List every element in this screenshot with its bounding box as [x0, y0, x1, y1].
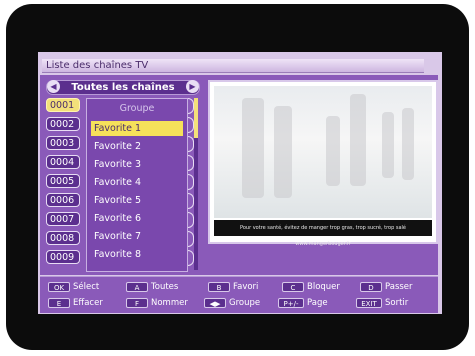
key-label: Sortir [385, 298, 409, 308]
channel-number[interactable]: 0006 [46, 193, 80, 207]
key-b: B [208, 282, 230, 292]
skater-figure [242, 98, 264, 198]
channel-number[interactable]: 0002 [46, 117, 80, 131]
channel-scrollbar[interactable] [194, 98, 198, 270]
channel-number[interactable]: 0004 [46, 155, 80, 169]
channel-number[interactable]: 0005 [46, 174, 80, 188]
key-label: Nommer [151, 298, 188, 308]
group-item[interactable]: Favorite 3 [91, 157, 183, 172]
key-ok: OK [48, 282, 70, 292]
scroll-thumb[interactable] [194, 98, 198, 138]
key-f: F [126, 298, 148, 308]
group-popup-title: Groupe [119, 103, 155, 114]
key-label: Favori [233, 282, 259, 292]
key-label: Bloquer [307, 282, 340, 292]
preview-image [214, 86, 432, 218]
key-exit: EXIT [356, 298, 382, 308]
key-arrows: ◀▶ [204, 298, 226, 308]
channel-number[interactable]: 0007 [46, 212, 80, 226]
group-item[interactable]: Favorite 8 [91, 247, 183, 262]
group-item[interactable]: Favorite 6 [91, 211, 183, 226]
group-popup: Groupe Favorite 1 Favorite 2 Favorite 3 … [86, 98, 188, 272]
arrow-right-icon[interactable]: ▶ [186, 80, 199, 93]
key-label: Page [307, 298, 328, 308]
key-label: Effacer [73, 298, 103, 308]
channel-number[interactable]: 0003 [46, 136, 80, 150]
arrow-left-icon[interactable]: ◀ [47, 80, 60, 93]
key-label: Passer [385, 282, 413, 292]
group-item[interactable]: Favorite 4 [91, 175, 183, 190]
skater-figure [402, 108, 414, 180]
key-e: E [48, 298, 70, 308]
skater-figure [274, 106, 292, 198]
channel-list-header[interactable]: Toutes les chaînes [46, 80, 200, 95]
key-c: C [282, 282, 304, 292]
channel-number[interactable]: 0009 [46, 250, 80, 264]
group-item[interactable]: Favorite 1 [91, 121, 183, 136]
skater-figure [382, 112, 394, 178]
video-preview: Pour votre santé, évitez de manger trop … [208, 80, 438, 247]
skater-figure [350, 94, 366, 186]
key-a: A [126, 282, 148, 292]
group-item[interactable]: Favorite 5 [91, 193, 183, 208]
key-label: Sélect [73, 282, 100, 292]
window-title: Liste des chaînes TV [42, 59, 424, 73]
key-legend: OK Sélect A Toutes B Favori C Bloquer D … [40, 276, 438, 313]
group-item[interactable]: Favorite 7 [91, 229, 183, 244]
key-d: D [360, 282, 382, 292]
key-page: P+/- [278, 298, 304, 308]
skater-figure [326, 116, 340, 186]
key-label: Toutes [151, 282, 179, 292]
channel-number[interactable]: 0008 [46, 231, 80, 245]
preview-subtitle: Pour votre santé, évitez de manger trop … [214, 220, 432, 247]
group-item[interactable]: Favorite 2 [91, 139, 183, 154]
key-label: Groupe [229, 298, 261, 308]
channel-number[interactable]: 0001 [46, 98, 80, 112]
